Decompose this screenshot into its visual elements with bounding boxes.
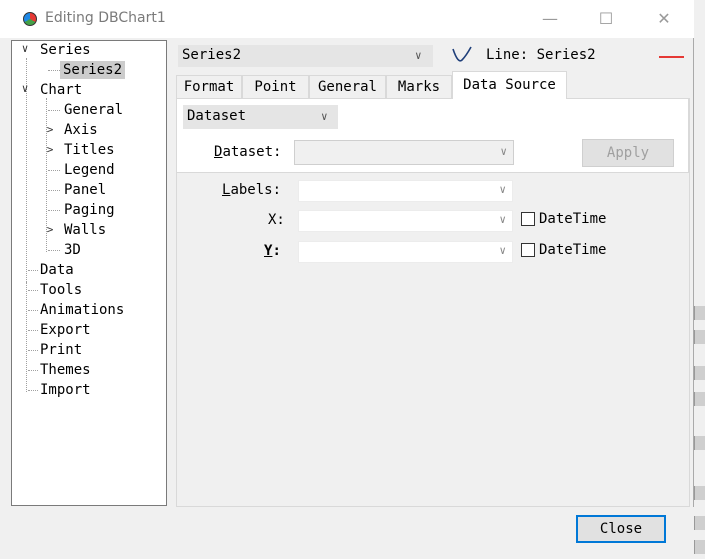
- chevron-down-icon: ∨: [499, 213, 506, 226]
- tree-item-tools[interactable]: Tools: [40, 281, 82, 299]
- chevron-down-icon[interactable]: ∨: [415, 49, 422, 62]
- tree-item-series2[interactable]: Series2: [60, 61, 126, 79]
- tree-item-walls[interactable]: Walls: [64, 221, 106, 239]
- chevron-down-icon[interactable]: ∨: [321, 110, 328, 123]
- background-right-edge: [694, 0, 705, 559]
- tree-connector: [28, 330, 38, 331]
- series-type-label: Line: Series2: [486, 47, 596, 63]
- tree-connector: [48, 210, 60, 211]
- background-fragment: [694, 436, 705, 450]
- tree-connector: [28, 370, 38, 371]
- dataset-label: Dataset:: [214, 144, 282, 160]
- expand-walls-icon[interactable]: >: [44, 221, 56, 239]
- y-datetime-checkbox[interactable]: [521, 243, 535, 257]
- separator: [177, 172, 689, 173]
- tree-item-general[interactable]: General: [64, 101, 123, 119]
- chevron-down-icon: ∨: [499, 183, 506, 196]
- tab-point[interactable]: Point: [242, 75, 309, 98]
- expand-axis-icon[interactable]: >: [44, 121, 56, 139]
- background-fragment: [694, 540, 705, 554]
- close-button[interactable]: Close: [576, 515, 666, 543]
- tree-item-axis[interactable]: Axis: [64, 121, 98, 139]
- tree-item-legend[interactable]: Legend: [64, 161, 115, 179]
- tree-item-import[interactable]: Import: [40, 381, 91, 399]
- tree-connector: [26, 282, 27, 392]
- expand-series-icon[interactable]: ∨: [19, 40, 31, 58]
- series-color-swatch[interactable]: [659, 56, 684, 58]
- expand-titles-icon[interactable]: >: [44, 141, 56, 159]
- tree-item-3d[interactable]: 3D: [64, 241, 81, 259]
- tree-item-themes[interactable]: Themes: [40, 361, 91, 379]
- y-label: Y:: [264, 243, 281, 259]
- dataset-select[interactable]: ∨: [294, 140, 514, 165]
- maximize-button[interactable]: ☐: [594, 8, 618, 30]
- tree-item-print[interactable]: Print: [40, 341, 82, 359]
- background-fragment: [694, 366, 705, 380]
- editor-dialog: Editing DBChart1 — ☐ ✕ ∨ Series Series2 …: [0, 0, 694, 559]
- background-fragment: [694, 516, 705, 530]
- tree-item-export[interactable]: Export: [40, 321, 91, 339]
- background-fragment: [694, 306, 705, 320]
- series-select-value: Series2: [182, 47, 242, 63]
- x-select[interactable]: ∨: [298, 210, 513, 232]
- tree-connector: [28, 310, 38, 311]
- data-source-type-value: Dataset: [187, 108, 247, 124]
- tree-connector: [48, 190, 60, 191]
- tree-connector: [28, 390, 38, 391]
- tree-connector: [28, 270, 38, 271]
- tree-connector: [48, 170, 60, 171]
- x-datetime-checkbox[interactable]: [521, 212, 535, 226]
- tree-connector: [48, 110, 60, 111]
- tab-data-source[interactable]: Data Source: [452, 71, 567, 99]
- x-datetime-label: DateTime: [539, 211, 607, 227]
- minimize-button[interactable]: —: [538, 8, 562, 30]
- data-source-type-select[interactable]: Dataset: [183, 105, 338, 129]
- y-select[interactable]: ∨: [298, 241, 513, 263]
- tab-marks[interactable]: Marks: [386, 75, 452, 98]
- x-label: X:: [268, 212, 285, 228]
- expand-chart-icon[interactable]: ∨: [19, 80, 31, 98]
- labels-label: Labels:: [222, 182, 282, 198]
- background-fragment: [694, 486, 705, 500]
- line-series-icon: [452, 46, 472, 62]
- labels-select[interactable]: ∨: [298, 180, 513, 202]
- window-title: Editing DBChart1: [45, 10, 166, 26]
- tree-item-series[interactable]: Series: [40, 41, 91, 59]
- title-bar[interactable]: Editing DBChart1 — ☐ ✕: [0, 0, 694, 38]
- background-fragment: [694, 392, 705, 406]
- y-datetime-label: DateTime: [539, 242, 607, 258]
- tree-connector: [48, 250, 60, 251]
- background-fragment: [694, 330, 705, 344]
- tree-item-panel[interactable]: Panel: [64, 181, 106, 199]
- tree-item-data[interactable]: Data: [40, 261, 74, 279]
- tree-item-animations[interactable]: Animations: [40, 301, 124, 319]
- tree-connector: [28, 290, 38, 291]
- tree-item-titles[interactable]: Titles: [64, 141, 115, 159]
- chevron-down-icon: ∨: [500, 145, 507, 158]
- teechart-app-icon: [23, 12, 37, 26]
- close-window-button[interactable]: ✕: [652, 8, 676, 30]
- tree-connector: [28, 350, 38, 351]
- series-select[interactable]: Series2: [178, 45, 433, 67]
- tab-format[interactable]: Format: [176, 75, 242, 98]
- tree-item-chart[interactable]: Chart: [40, 81, 82, 99]
- chevron-down-icon: ∨: [499, 244, 506, 257]
- apply-button[interactable]: Apply: [582, 139, 674, 167]
- tree-item-paging[interactable]: Paging: [64, 201, 115, 219]
- tree-connector: [48, 70, 60, 71]
- tab-general[interactable]: General: [309, 75, 386, 98]
